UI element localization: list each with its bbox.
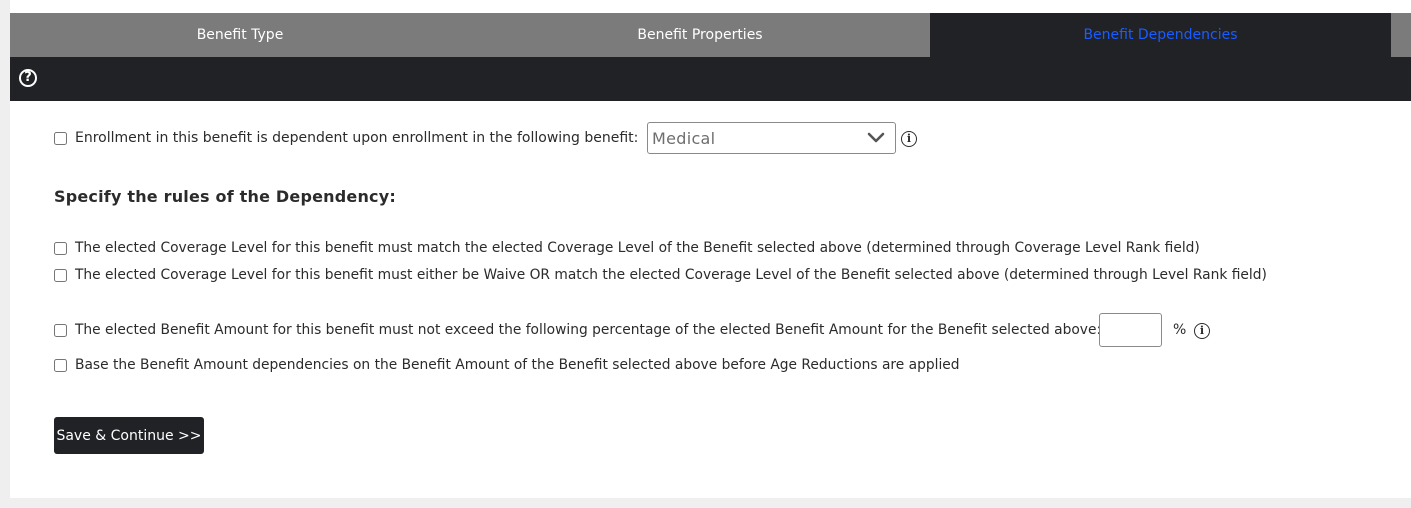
tab-benefit-properties[interactable]: Benefit Properties bbox=[470, 13, 930, 57]
rule-amount-limit-row: The elected Benefit Amount for this bene… bbox=[54, 322, 1101, 338]
benefit-select[interactable]: Medical bbox=[647, 122, 896, 154]
amount-limit-label: The elected Benefit Amount for this bene… bbox=[75, 322, 1102, 338]
coverage-waive-label: The elected Coverage Level for this bene… bbox=[75, 267, 1267, 283]
dependencies-panel: Enrollment in this benefit is dependent … bbox=[10, 101, 1411, 498]
rule-coverage-waive-row: The elected Coverage Level for this bene… bbox=[54, 267, 1267, 283]
dependency-label: Enrollment in this benefit is dependent … bbox=[75, 130, 639, 146]
age-reduction-checkbox[interactable] bbox=[54, 358, 67, 372]
benefit-select-value: Medical bbox=[652, 129, 716, 148]
rules-heading: Specify the rules of the Dependency: bbox=[54, 187, 396, 206]
rule-coverage-match-row: The elected Coverage Level for this bene… bbox=[54, 240, 1200, 256]
dependency-checkbox[interactable] bbox=[54, 131, 67, 145]
info-circle-icon[interactable]: i bbox=[1194, 323, 1210, 339]
tab-benefit-type[interactable]: Benefit Type bbox=[10, 13, 470, 57]
rule-age-reduction-row: Base the Benefit Amount dependencies on … bbox=[54, 357, 960, 373]
age-reduction-label: Base the Benefit Amount dependencies on … bbox=[75, 357, 960, 373]
chevron-down-icon bbox=[867, 132, 885, 143]
tab-benefit-dependencies[interactable]: Benefit Dependencies bbox=[930, 13, 1391, 57]
tab-bar: Benefit Type Benefit Properties Benefit … bbox=[10, 13, 1411, 57]
tab-bar-filler bbox=[1391, 13, 1411, 57]
dependency-row: Enrollment in this benefit is dependent … bbox=[54, 130, 638, 146]
coverage-match-label: The elected Coverage Level for this bene… bbox=[75, 240, 1200, 256]
save-continue-button[interactable]: Save & Continue >> bbox=[54, 417, 204, 454]
question-circle-icon[interactable]: ? bbox=[19, 69, 37, 87]
amount-limit-checkbox[interactable] bbox=[54, 323, 67, 337]
info-circle-icon[interactable]: i bbox=[901, 131, 917, 147]
percentage-input[interactable] bbox=[1099, 313, 1162, 347]
help-bar: ? bbox=[10, 57, 1411, 101]
percent-symbol: % bbox=[1173, 322, 1187, 338]
top-strip bbox=[10, 0, 1411, 13]
coverage-match-checkbox[interactable] bbox=[54, 241, 67, 255]
coverage-waive-checkbox[interactable] bbox=[54, 268, 67, 282]
